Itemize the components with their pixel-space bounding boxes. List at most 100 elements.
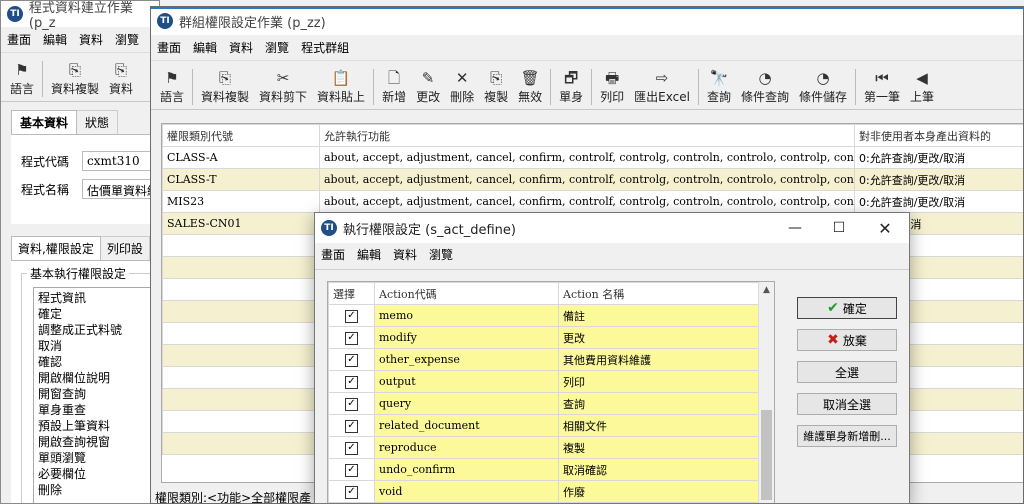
table-row[interactable]: ✓ output 列印 [328,370,761,393]
vertical-scrollbar[interactable]: ▲ [758,282,774,503]
table-row[interactable]: MIS23 about, accept, adjustment, cancel,… [162,190,1023,213]
duplicate-button[interactable]: ⎘ 複製 [479,68,513,105]
deselect-all-button[interactable]: 取消全選 [797,393,897,415]
action-name-cell[interactable]: 取消確認 [558,458,761,481]
delete-button[interactable]: ✕ 刪除 [445,68,479,105]
menu-item[interactable]: 瀏覽 [429,246,453,263]
permission-item[interactable]: 開啟查詢視窗 [38,434,155,450]
menu-item-browse[interactable]: 瀏覽 [265,39,289,56]
paste-data-button[interactable]: 📋 資料貼上 [312,68,370,105]
table-row[interactable]: ✓ void 作廢 [328,480,761,503]
row-checkbox[interactable]: ✓ [345,419,358,433]
previous-record-button[interactable]: ◀ 上筆 [905,68,939,105]
action-name-cell[interactable]: 更改 [558,326,761,349]
maximize-icon[interactable]: ☐ [817,220,861,236]
query-button[interactable]: 🔭 查詢 [702,68,736,105]
column-header-allowed-functions[interactable]: 允許執行功能 [319,124,855,147]
scope-cell[interactable]: 0:允許查詢/更改/取消 [854,190,1023,213]
row-checkbox[interactable]: ✓ [345,331,358,345]
row-checkbox[interactable]: ✓ [345,309,358,323]
class-code-cell[interactable]: CLASS-A [162,146,320,169]
scroll-up-icon[interactable]: ▲ [759,282,774,298]
permission-list[interactable]: 程式資訊 確定 調整成正式料號 取消 確認 開啟欄位說明 開窗查詢 單身重查 預… [33,287,159,503]
permission-item[interactable]: 取消 [38,338,155,354]
menu-item-edit[interactable]: 編輯 [193,39,217,56]
action-code-cell[interactable]: undo_confirm [374,458,559,481]
language-button[interactable]: ⚑ 語言 [155,68,189,105]
cancel-button[interactable]: ✖ 放棄 [797,329,897,351]
permission-item[interactable]: 必要欄位 [38,466,155,482]
table-row[interactable]: ✓ query 查詢 [328,392,761,415]
action-name-cell[interactable]: 作廢 [558,480,761,503]
class-code-cell[interactable]: CLASS-T [162,168,320,191]
tab-print-settings[interactable]: 列印設 [100,236,150,260]
menu-item[interactable]: 資料 [393,246,417,263]
row-checkbox[interactable]: ✓ [345,441,358,455]
copy-data-button[interactable]: ⎘ 資料複製 [196,68,254,105]
class-code-cell[interactable]: MIS23 [162,190,320,213]
language-button[interactable]: ⚑ 語言 [5,60,39,97]
cut-data-button[interactable]: ✂ 資料剪下 [254,68,312,105]
tab-basic[interactable]: 基本資料 [11,110,78,134]
modify-button[interactable]: ✎ 更改 [411,68,445,105]
functions-cell[interactable]: about, accept, adjustment, cancel, confi… [319,190,855,213]
menu-item-view[interactable]: 畫面 [157,39,181,56]
table-row[interactable]: ✓ undo_confirm 取消確認 [328,458,761,481]
permission-item[interactable]: 開啟欄位說明 [38,370,155,386]
menu-item-program-group[interactable]: 程式群組 [301,39,349,56]
action-code-cell[interactable]: void [374,480,559,503]
minimize-icon[interactable]: — [773,220,817,236]
table-row[interactable]: ✓ related_document 相關文件 [328,414,761,437]
permission-item[interactable]: 程式資訊 [38,290,155,306]
column-header-select[interactable]: 選擇 [328,282,375,305]
menu-item[interactable]: 編輯 [357,246,381,263]
condition-save-button[interactable]: ◔ 條件儲存 [794,68,852,105]
close-icon[interactable]: ✕ [861,219,909,238]
action-code-cell[interactable]: other_expense [374,348,559,371]
permission-item[interactable]: 單身重查 [38,402,155,418]
row-checkbox[interactable]: ✓ [345,353,358,367]
menu-item[interactable]: 編輯 [43,31,67,48]
row-checkbox[interactable]: ✓ [345,463,358,477]
action-name-cell[interactable]: 備註 [558,304,761,327]
column-header-scope[interactable]: 對非使用者本身產出資料的 [854,124,1023,147]
column-header-action-name[interactable]: Action 名稱 [558,282,761,305]
menu-item[interactable]: 畫面 [321,246,345,263]
scope-cell[interactable]: 0:允許查詢/更改/取消 [854,168,1023,191]
scrollbar-thumb[interactable] [761,410,772,500]
menu-item-data[interactable]: 資料 [229,39,253,56]
table-row[interactable]: ✓ other_expense 其他費用資料維護 [328,348,761,371]
column-header-action-code[interactable]: Action代碼 [374,282,559,305]
permission-item[interactable]: 刪除 [38,482,155,498]
action-code-cell[interactable]: modify [374,326,559,349]
class-code-cell[interactable]: SALES-CN01 [162,212,320,235]
menu-item[interactable]: 畫面 [7,31,31,48]
permission-item[interactable]: 開窗查詢 [38,386,155,402]
permission-item[interactable]: 單頭瀏覽 [38,450,155,466]
action-name-cell[interactable]: 相關文件 [558,414,761,437]
action-code-cell[interactable]: output [374,370,559,393]
print-button[interactable]: 🖶 列印 [595,68,629,105]
permission-item[interactable]: 確定 [38,306,155,322]
permission-item[interactable]: 預設上筆資料 [38,418,155,434]
table-row[interactable]: CLASS-A about, accept, adjustment, cance… [162,146,1023,169]
action-code-cell[interactable]: query [374,392,559,415]
action-code-cell[interactable]: related_document [374,414,559,437]
tab-data-permissions[interactable]: 資料,權限設定 [11,236,101,260]
action-code-cell[interactable]: reproduce [374,436,559,459]
invalidate-button[interactable]: 🗑 無效 [513,68,547,105]
action-code-cell[interactable]: memo [374,304,559,327]
action-name-cell[interactable]: 複製 [558,436,761,459]
detail-button[interactable]: 🗗 單身 [554,68,588,105]
row-checkbox[interactable]: ✓ [345,485,358,499]
column-header-class-code[interactable]: 權限類別代號 [162,124,320,147]
maintain-detail-button[interactable]: 維護單身新增刪... [797,425,897,447]
tab-status[interactable]: 狀態 [77,110,119,134]
action-name-cell[interactable]: 列印 [558,370,761,393]
data-button[interactable]: ⎘ 資料 [104,60,138,97]
condition-query-button[interactable]: ◔ 條件查詢 [736,68,794,105]
ok-button[interactable]: ✔ 確定 [797,297,897,319]
functions-cell[interactable]: about, accept, adjustment, cancel, confi… [319,168,855,191]
action-name-cell[interactable]: 其他費用資料維護 [558,348,761,371]
select-all-button[interactable]: 全選 [797,361,897,383]
